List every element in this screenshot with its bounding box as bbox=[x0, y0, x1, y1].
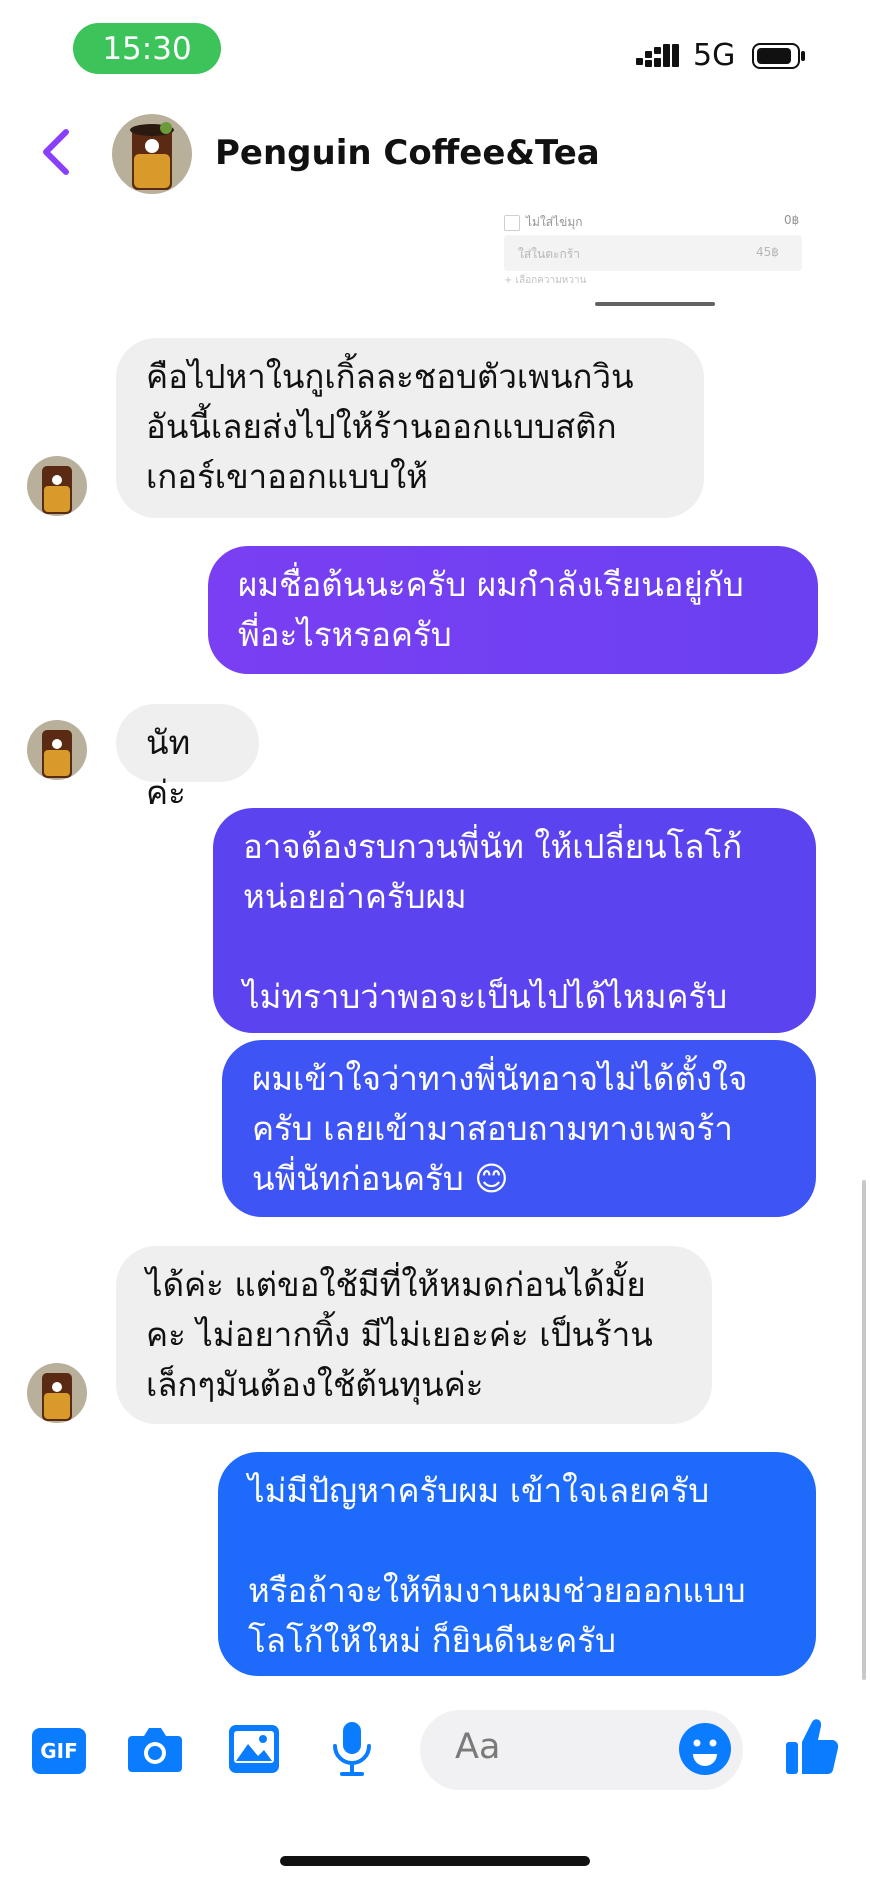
checkbox-icon bbox=[504, 215, 520, 231]
preview-bar-value: 45฿ bbox=[756, 245, 779, 259]
home-indicator bbox=[280, 1856, 590, 1866]
page-title: Penguin Coffee&Tea bbox=[215, 133, 600, 173]
message-outgoing[interactable]: ไม่มีปัญหาครับผม เข้าใจเลยครับ หรือถ้าจะ… bbox=[218, 1452, 816, 1676]
message-incoming[interactable]: ได้ค่ะ แต่ขอใช้มีที่ให้หมดก่อนได้มั้ย คะ… bbox=[116, 1246, 712, 1424]
camera-icon[interactable] bbox=[126, 1724, 184, 1776]
message-outgoing[interactable]: อาจต้องรบกวนพี่นัท ให้เปลี่ยนโลโก้ หน่อย… bbox=[213, 808, 816, 1033]
microphone-icon[interactable] bbox=[330, 1720, 374, 1778]
signal-icon bbox=[636, 44, 679, 67]
message-input-placeholder: Aa bbox=[455, 1727, 501, 1767]
preview-bar-label: ใส่ในตะกร้า bbox=[518, 247, 580, 261]
sender-avatar bbox=[27, 1363, 87, 1423]
gif-button[interactable]: GIF bbox=[32, 1728, 86, 1774]
emoji-icon[interactable] bbox=[678, 1722, 732, 1776]
sender-avatar bbox=[27, 456, 87, 516]
sender-avatar bbox=[27, 720, 87, 780]
back-arrow-icon[interactable] bbox=[40, 128, 74, 176]
network-label: 5G bbox=[693, 38, 736, 73]
message-outgoing[interactable]: ผมเข้าใจว่าทางพี่นัทอาจไม่ได้ตั้งใจ ครับ… bbox=[222, 1040, 816, 1217]
scrollbar[interactable] bbox=[862, 1180, 866, 1680]
message-incoming[interactable]: นัทค่ะ bbox=[116, 704, 259, 812]
preview-divider bbox=[595, 302, 715, 306]
status-time: 15:30 bbox=[73, 23, 221, 74]
preview-row-label: + เลือกความหวาน bbox=[504, 275, 587, 286]
battery-icon bbox=[752, 43, 805, 69]
thumbs-up-icon[interactable] bbox=[784, 1716, 840, 1776]
gallery-icon[interactable] bbox=[228, 1724, 280, 1774]
preview-row-label: ไม่ใส่ไข่มุก bbox=[526, 215, 583, 229]
shared-image-preview: ไม่ใส่ไข่มุก 0฿ ใส่ในตะกร้า 45฿ + เลือกค… bbox=[500, 205, 805, 310]
message-incoming[interactable]: คือไปหาในกูเกิ้ลละชอบตัวเพนกวิน อันนี้เล… bbox=[116, 338, 704, 518]
preview-row-value: 0฿ bbox=[784, 213, 800, 227]
message-outgoing[interactable]: ผมชื่อต้นนะครับ ผมกำลังเรียนอยู่กับ พี่อ… bbox=[208, 546, 818, 674]
page-avatar[interactable] bbox=[112, 114, 192, 194]
